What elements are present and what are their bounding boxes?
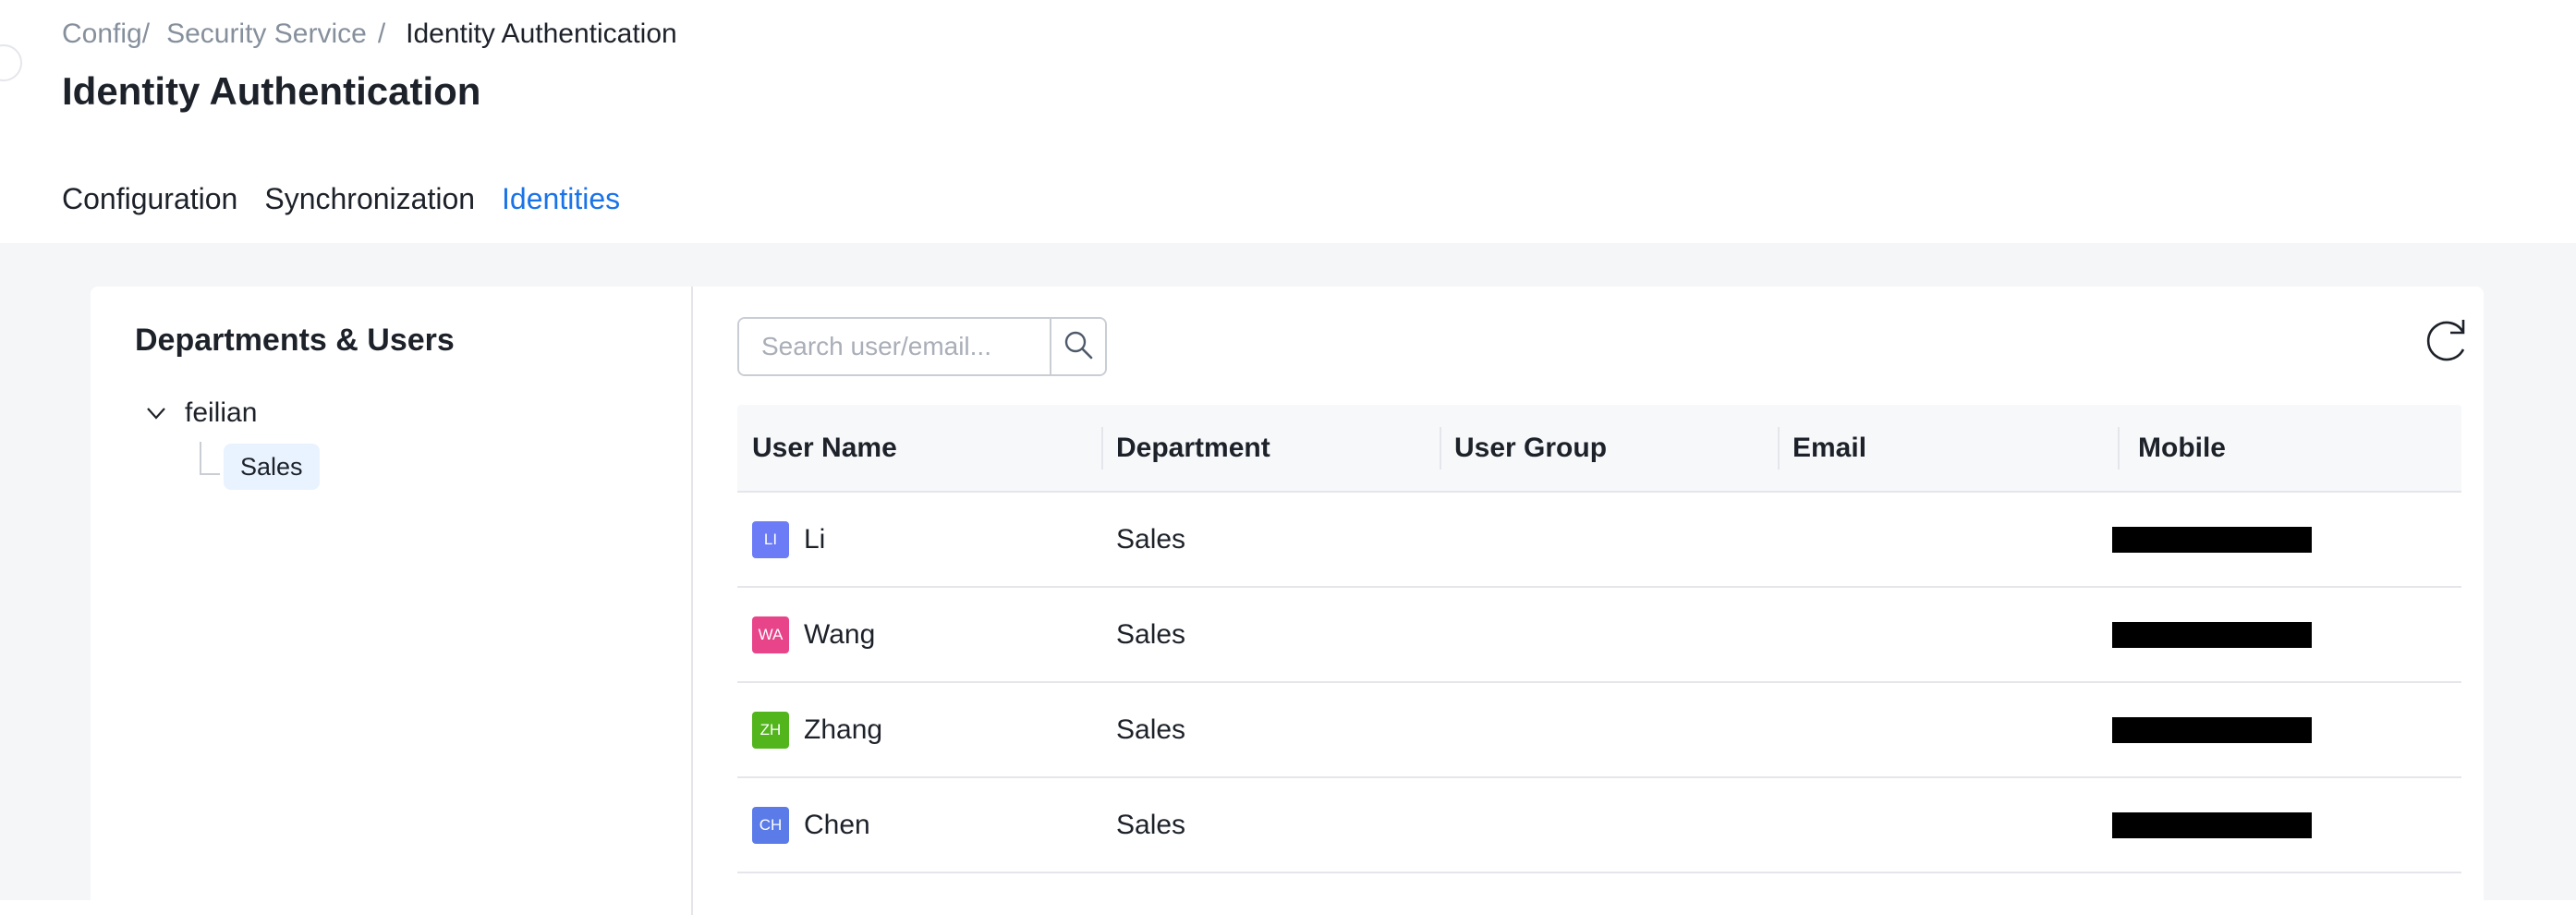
avatar: CH: [752, 806, 789, 844]
user-name: Wang: [804, 618, 876, 650]
column-divider: [2118, 427, 2120, 470]
breadcrumb-item-security-service[interactable]: Security Service: [166, 17, 367, 52]
table-header: User Name Department User Group Email Mo…: [737, 405, 2461, 493]
chevron-down-icon[interactable]: [144, 401, 168, 425]
search-icon: [1063, 329, 1094, 365]
tab-identities[interactable]: Identities: [500, 176, 620, 254]
tree-node-sales[interactable]: Sales: [224, 444, 320, 490]
table-row[interactable]: LI Li Sales: [737, 493, 2461, 588]
mobile-redacted: [2112, 526, 2312, 553]
mobile-redacted: [2112, 716, 2312, 743]
column-header-user-group: User Group: [1454, 433, 1608, 463]
breadcrumb-item-config[interactable]: Config: [62, 17, 142, 52]
department-cell: Sales: [1116, 618, 1186, 650]
user-name: Chen: [804, 809, 870, 840]
column-header-user-name: User Name: [752, 433, 897, 463]
breadcrumb-item-current: Identity Authentication: [406, 18, 677, 49]
user-name-cell: ZH Zhang: [737, 711, 883, 749]
avatar: LI: [752, 520, 789, 558]
search-button[interactable]: [1050, 319, 1105, 374]
page-header: Config / Security Service / Identity Aut…: [0, 0, 2576, 254]
user-name-cell: WA Wang: [737, 616, 875, 653]
tab-configuration[interactable]: Configuration: [62, 176, 237, 243]
breadcrumb-separator: /: [141, 18, 151, 49]
department-cell: Sales: [1116, 809, 1186, 840]
tree-node-feilian[interactable]: feilian: [144, 394, 257, 433]
user-name-cell: LI Li: [737, 520, 826, 558]
user-list-panel: User Name Department User Group Email Mo…: [693, 287, 2484, 915]
column-header-department: Department: [1116, 433, 1270, 463]
table-row[interactable]: ZH Zhang Sales: [737, 683, 2461, 778]
refresh-icon: [2423, 314, 2474, 371]
column-header-email: Email: [1792, 433, 1867, 463]
user-name: Li: [804, 523, 826, 555]
breadcrumb-separator: /: [377, 18, 386, 49]
refresh-button[interactable]: [2421, 314, 2476, 370]
panel-title: Departments & Users: [135, 323, 455, 358]
tree-node-label: feilian: [185, 397, 258, 428]
mobile-redacted: [2112, 621, 2312, 648]
table-row[interactable]: CH Chen Sales: [737, 778, 2461, 873]
search-input[interactable]: [739, 319, 1050, 374]
mobile-redacted: [2112, 811, 2312, 838]
department-tree-panel: Departments & Users feilian Sales: [91, 287, 693, 915]
page-title: Identity Authentication: [62, 69, 481, 113]
breadcrumb: Config / Security Service / Identity Aut…: [62, 17, 677, 52]
avatar: WA: [752, 616, 789, 653]
department-cell: Sales: [1116, 523, 1186, 555]
collapse-handle[interactable]: [0, 44, 22, 81]
users-table: User Name Department User Group Email Mo…: [737, 405, 2461, 873]
department-cell: Sales: [1116, 714, 1186, 745]
table-row[interactable]: WA Wang Sales: [737, 588, 2461, 683]
avatar: ZH: [752, 711, 789, 749]
user-name: Zhang: [804, 714, 883, 745]
user-name-cell: CH Chen: [737, 806, 870, 844]
tab-synchronization[interactable]: Synchronization: [264, 176, 475, 243]
identities-card: Departments & Users feilian Sales Search…: [91, 287, 2484, 915]
search-box: [737, 317, 1107, 376]
tab-bar: Configuration Synchronization Identities: [62, 176, 647, 254]
column-header-mobile: Mobile: [2138, 433, 2226, 463]
tree-connector: [200, 442, 220, 475]
